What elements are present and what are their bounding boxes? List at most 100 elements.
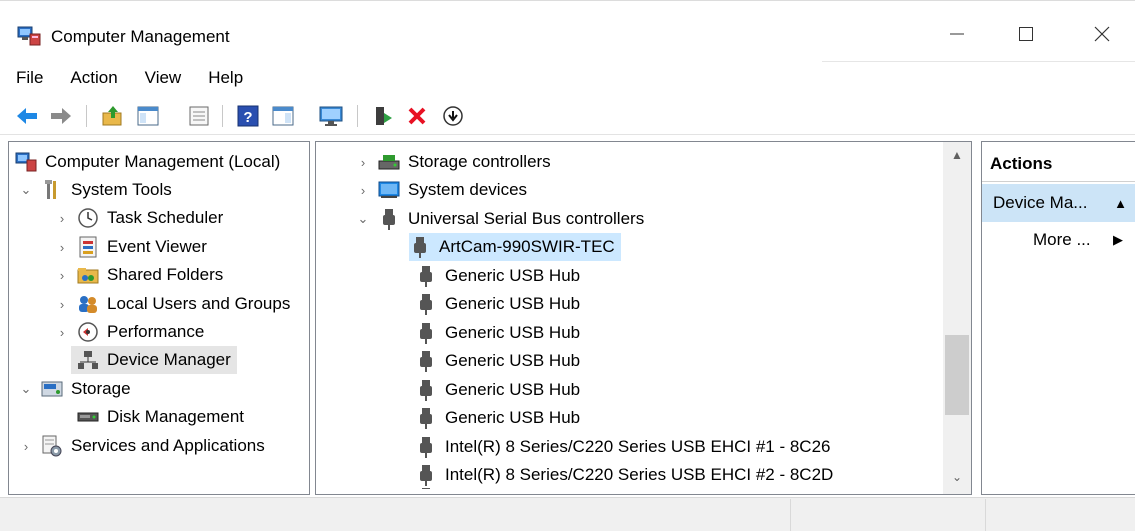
device-category-storage-controllers[interactable]: › Storage controllers [356,148,551,176]
usb-device-generic-hub[interactable]: Generic USB Hub [415,347,580,375]
usb-device-partial [415,488,445,494]
tree-item-system-tools[interactable]: ⌄ System Tools [19,176,172,204]
usb-device-intel-ehci-1[interactable]: Intel(R) 8 Series/C220 Series USB EHCI #… [415,433,831,461]
collapse-up-icon[interactable]: ▲ [1114,196,1127,211]
device-list-scrollbar[interactable]: ▲ ⌄ [943,142,971,494]
actions-header: Actions [982,142,1135,182]
usb-device-icon [415,265,437,287]
tree-item-performance[interactable]: › Performance [55,318,204,346]
scrollbar-thumb[interactable] [945,335,969,415]
more-actions-link[interactable]: More ... [1033,230,1091,250]
chevron-down-icon[interactable]: ⌄ [19,182,33,198]
title-bar: Computer Management [0,1,1135,59]
menu-action[interactable]: Action [70,68,117,88]
tree-item-label: Shared Folders [107,265,224,284]
device-label: ArtCam-990SWIR-TEC [439,237,615,256]
help-icon: ? [237,105,259,127]
computer-management-icon [15,151,37,173]
scan-hardware-icon [443,106,463,126]
computer-management-window: Computer Management File Action View Hel… [0,0,1135,531]
chevron-right-icon[interactable]: › [19,439,33,454]
submenu-arrow-icon: ▶ [1113,232,1123,247]
usb-device-generic-hub[interactable]: Generic USB Hub [415,262,580,290]
tree-item-task-scheduler[interactable]: › Task Scheduler [55,204,223,232]
scroll-down-icon[interactable]: ⌄ [943,470,971,488]
menu-help[interactable]: Help [208,68,243,88]
menu-bar-divider [822,61,1135,62]
tree-item-storage[interactable]: ⌄ Storage [19,375,131,403]
up-one-level-button[interactable] [100,103,126,129]
svg-text:?: ? [243,109,252,126]
usb-device-generic-hub[interactable]: Generic USB Hub [415,290,580,318]
usb-icon [378,208,400,230]
chevron-right-icon[interactable]: › [356,183,370,198]
monitor-icon [319,106,343,126]
tree-item-computer-management[interactable]: Computer Management (Local) [15,148,280,176]
tree-item-local-users-groups[interactable]: › Local Users and Groups [55,290,290,318]
clock-icon [77,207,99,229]
chevron-right-icon[interactable]: › [55,297,69,312]
device-list-pane: › Storage controllers › System devices ⌄… [315,141,972,495]
device-category-system-devices[interactable]: › System devices [356,176,527,204]
usb-device-generic-hub[interactable]: Generic USB Hub [415,376,580,404]
usb-device-artcam[interactable]: ArtCam-990SWIR-TEC [409,233,621,261]
uninstall-device-button[interactable] [404,103,430,129]
forward-button[interactable] [48,103,74,129]
window-title: Computer Management [51,27,230,46]
minimize-icon [950,33,964,35]
forward-icon [51,108,71,124]
chevron-right-icon[interactable]: › [55,325,69,340]
device-label: Generic USB Hub [445,351,581,370]
device-label: Storage controllers [408,152,551,171]
chevron-down-icon[interactable]: ⌄ [19,381,33,397]
monitor-button[interactable] [318,103,344,129]
back-button[interactable] [14,103,40,129]
device-category-usb-controllers[interactable]: ⌄ Universal Serial Bus controllers [356,205,644,233]
usb-device-intel-ehci-2[interactable]: Intel(R) 8 Series/C220 Series USB EHCI #… [415,461,833,489]
back-icon [17,108,37,124]
chevron-down-icon[interactable]: ⌄ [356,211,370,227]
device-manager-icon [77,349,99,371]
storage-icon [41,378,63,400]
tree-item-label: Storage [71,379,131,398]
menu-file[interactable]: File [16,68,43,88]
up-folder-icon [102,106,122,126]
tree-item-device-manager[interactable]: Device Manager [71,346,237,374]
chevron-right-icon[interactable]: › [356,155,370,170]
tree-item-label: Performance [107,322,205,341]
chevron-right-icon[interactable]: › [55,211,69,226]
tree-item-label: Task Scheduler [107,208,224,227]
update-driver-button[interactable] [370,103,396,129]
usb-device-generic-hub[interactable]: Generic USB Hub [415,404,580,432]
tree-item-event-viewer[interactable]: › Event Viewer [55,233,207,261]
console-tree-pane: Computer Management (Local) ⌄ System Too… [8,141,310,495]
device-label: Intel(R) 8 Series/C220 Series USB EHCI #… [445,465,834,484]
actions-pane: Actions Device Ma... ▲ More ... ▶ [981,141,1135,495]
chevron-right-icon[interactable]: › [55,268,69,283]
toolbar-separator [357,105,358,127]
show-hide-action-pane-button[interactable] [270,103,296,129]
minimize-button[interactable] [927,9,987,59]
help-button[interactable]: ? [235,103,261,129]
tree-item-shared-folders[interactable]: › Shared Folders [55,261,223,289]
uninstall-icon [408,107,426,125]
maximize-button[interactable] [996,9,1056,59]
scroll-up-icon[interactable]: ▲ [943,148,971,166]
close-button[interactable] [1072,9,1132,59]
tree-item-services-applications[interactable]: › Services and Applications [19,432,265,460]
tree-item-label: Local Users and Groups [107,294,291,313]
shared-folder-icon [77,264,99,286]
status-divider [985,499,986,531]
usb-device-generic-hub[interactable]: Generic USB Hub [415,319,580,347]
actions-section-device-manager[interactable]: Device Ma... ▲ [982,184,1135,222]
properties-button[interactable] [186,103,212,129]
scan-hardware-button[interactable] [440,103,466,129]
menu-view[interactable]: View [145,68,182,88]
actions-section-label: Device Ma... [993,193,1088,212]
chevron-right-icon[interactable]: › [55,240,69,255]
show-hide-tree-button[interactable] [135,103,161,129]
tools-icon [41,179,63,201]
tree-item-disk-management[interactable]: Disk Management [71,403,244,431]
toolbar-separator [86,105,87,127]
menu-bar: File Action View Help [0,63,822,93]
